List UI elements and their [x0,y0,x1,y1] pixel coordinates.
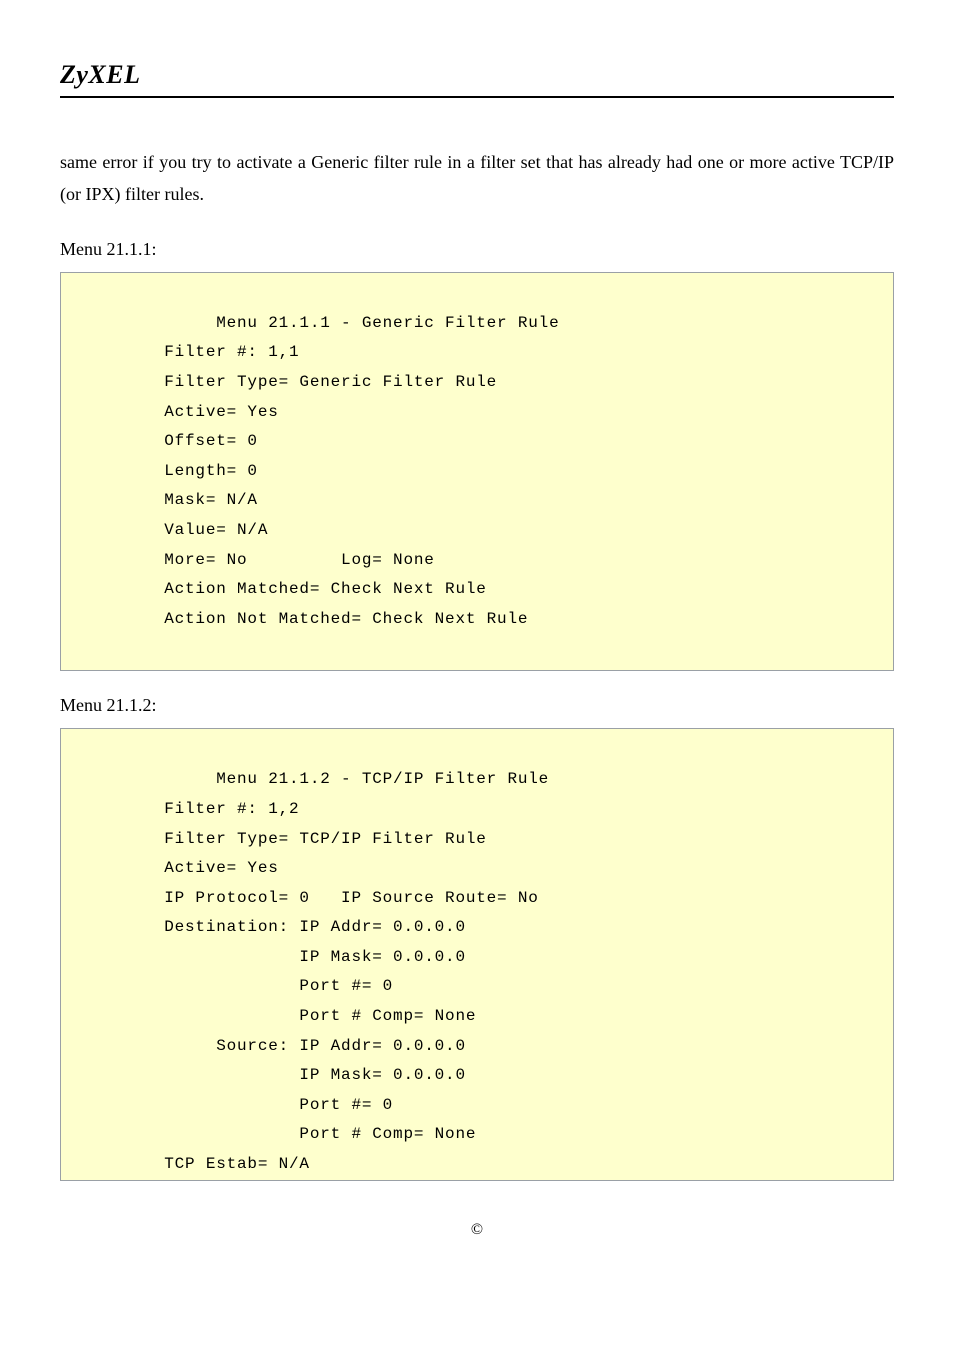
section-label-2: Menu 21.1.2: [60,695,894,716]
codebox-generic-filter-rule: Menu 21.1.1 - Generic Filter Rule Filter… [60,272,894,672]
brand-logo: ZyXEL [60,60,894,98]
codebox-tcpip-filter-rule: Menu 21.1.2 - TCP/IP Filter Rule Filter … [60,728,894,1180]
document-page: ZyXEL same error if you try to activate … [0,0,954,1279]
footer-copyright: © [60,1221,894,1239]
section-label-1: Menu 21.1.1: [60,239,894,260]
intro-paragraph: same error if you try to activate a Gene… [60,146,894,211]
